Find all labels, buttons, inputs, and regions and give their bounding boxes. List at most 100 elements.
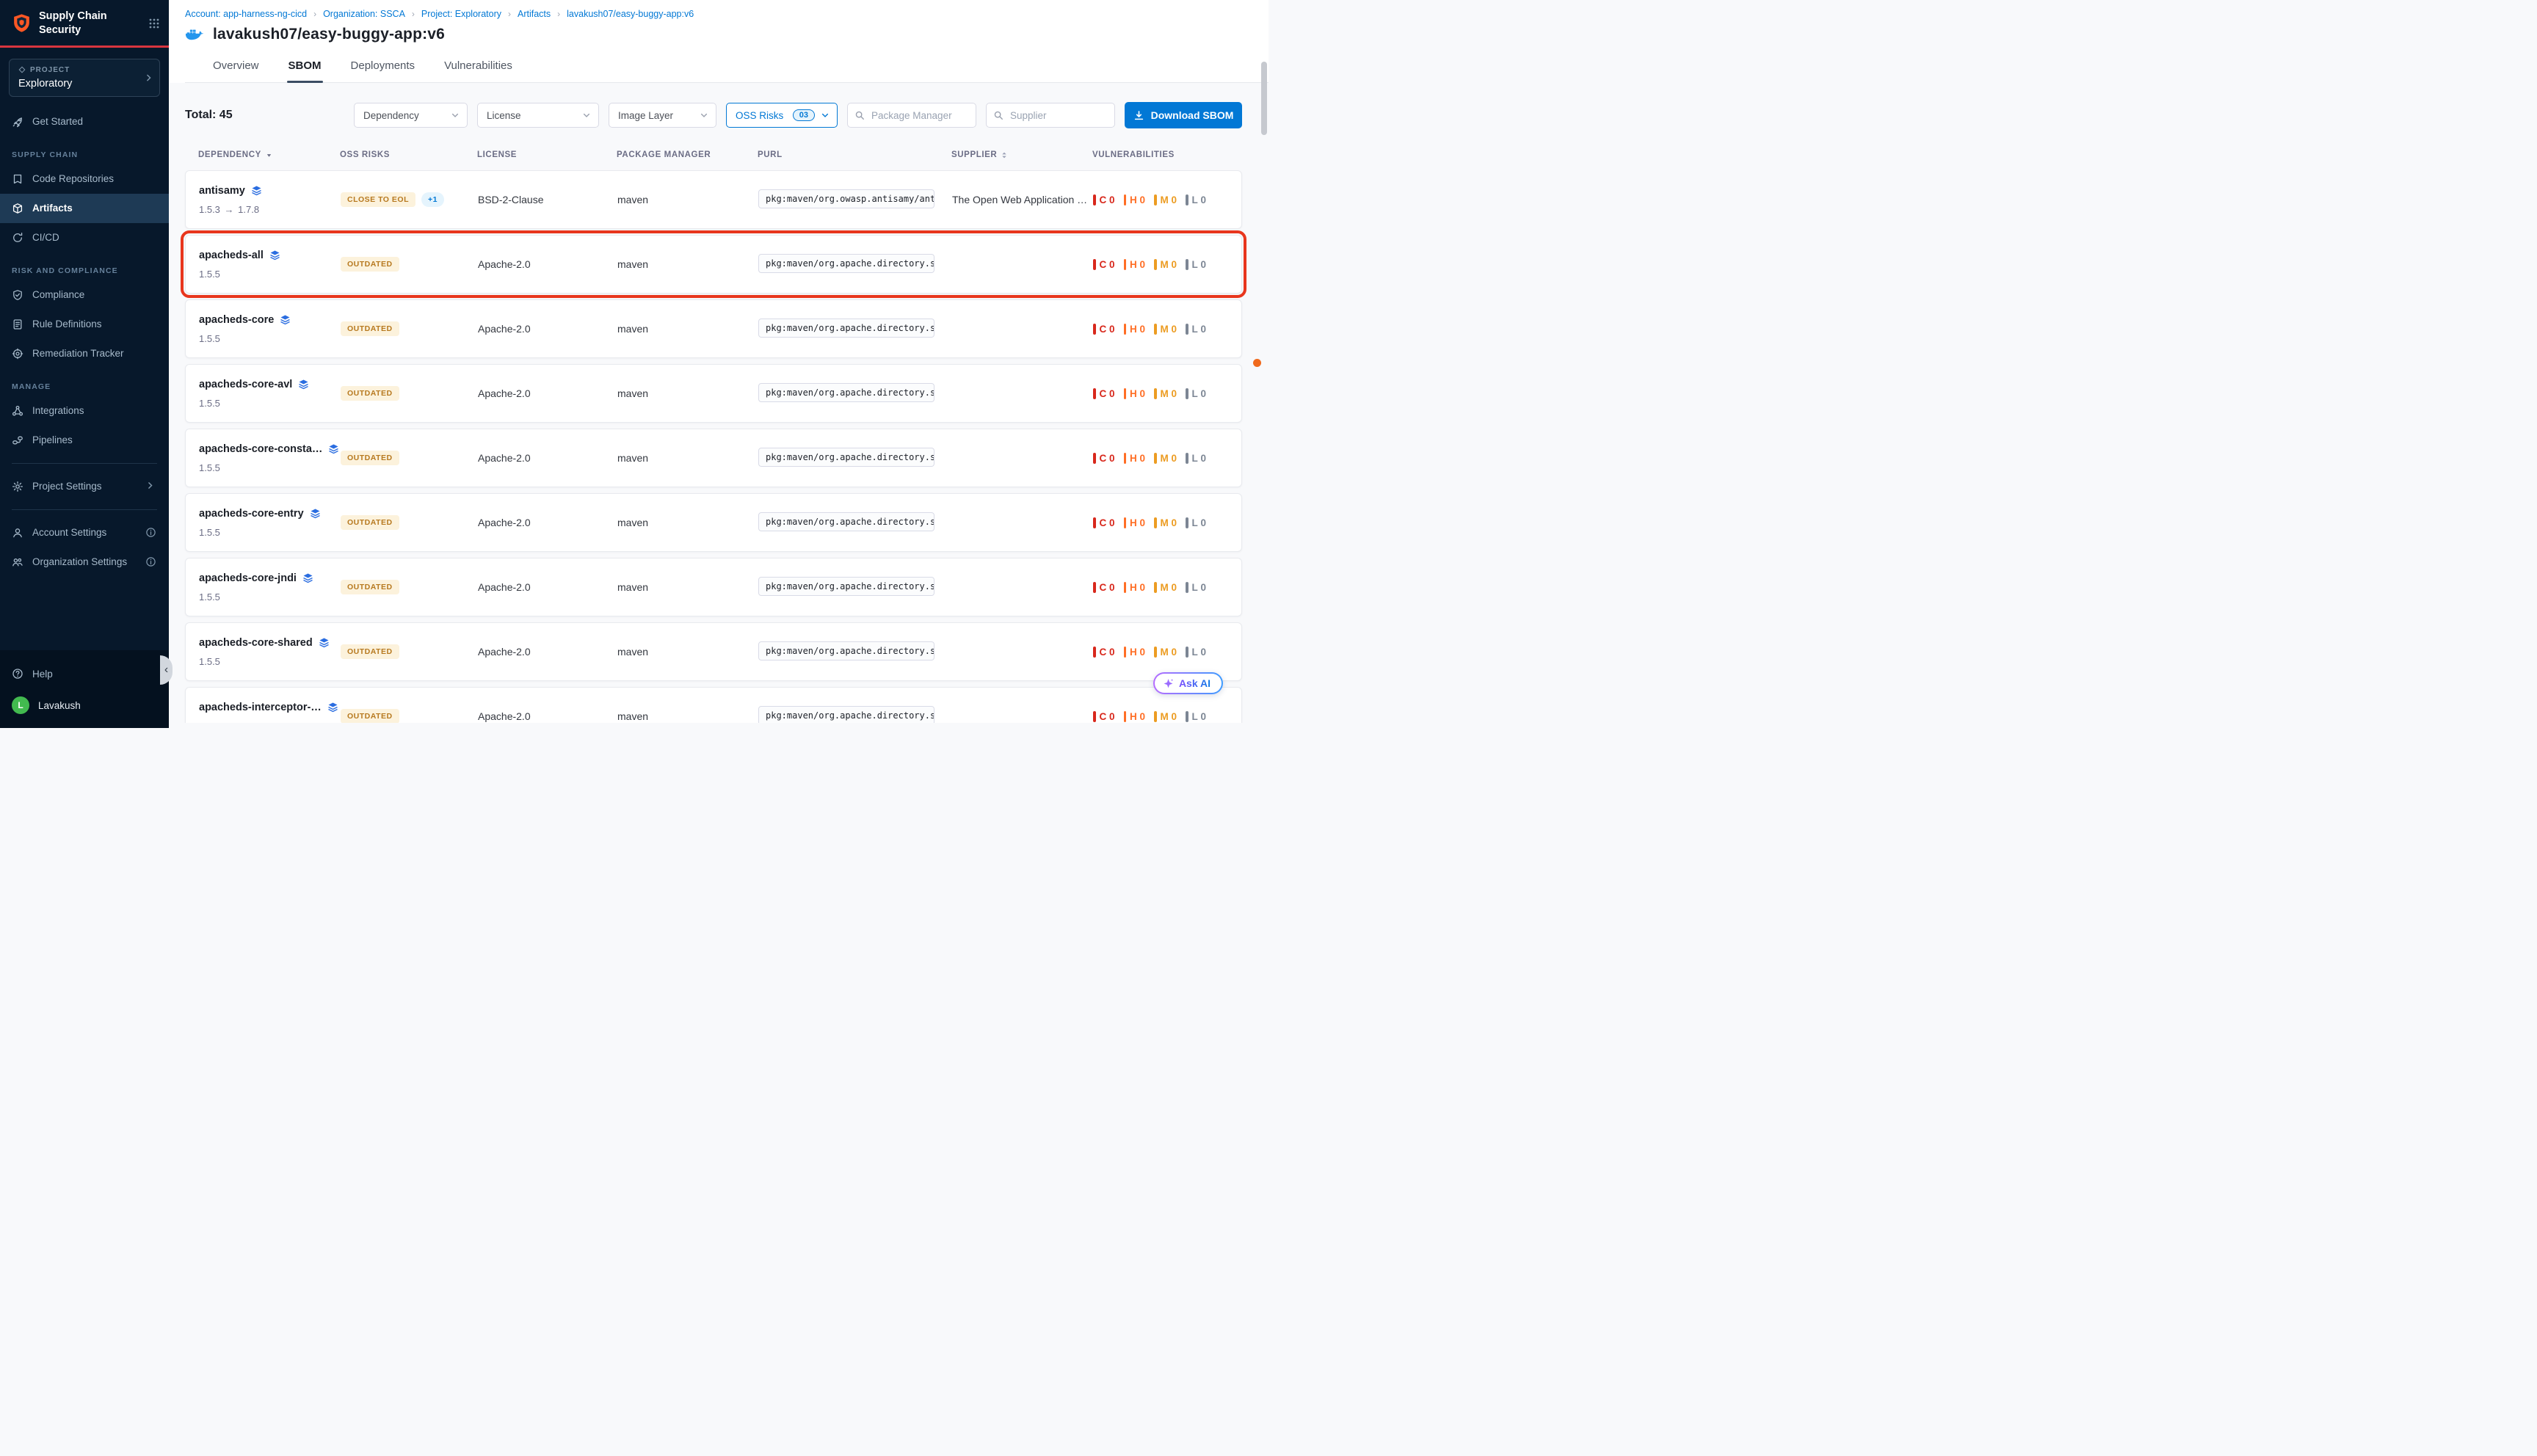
table-row[interactable]: apacheds-core-consta…1.5.5OUTDATEDApache… [185, 429, 1242, 487]
layers-icon [251, 185, 262, 196]
package-manager-search [847, 103, 976, 128]
breadcrumb-link[interactable]: Organization: SSCA [323, 9, 405, 19]
sidebar-section-label: RISK AND COMPLIANCE [0, 252, 169, 280]
column-vulnerabilities: VULNERABILITIES [1092, 150, 1229, 159]
breadcrumb-link[interactable]: Project: Exploratory [421, 9, 501, 19]
layers-icon [269, 250, 280, 261]
risk-badge: OUTDATED [341, 580, 399, 594]
purl-value[interactable]: pkg:maven/org.apache.directory.s… [758, 512, 934, 531]
sidebar-item-code-repositories[interactable]: Code Repositories [0, 164, 169, 194]
dependency-name: apacheds-core-consta… [199, 443, 341, 455]
help-button[interactable]: Help [0, 659, 169, 688]
search-icon [854, 110, 865, 120]
sidebar-item-artifacts[interactable]: Artifacts [0, 194, 169, 223]
help-label: Help [32, 669, 53, 680]
purl-value[interactable]: pkg:maven/org.apache.directory.s… [758, 448, 934, 467]
table-row[interactable]: apacheds-core-avl1.5.5OUTDATEDApache-2.0… [185, 364, 1242, 423]
oss-risks-cell: OUTDATED [341, 321, 478, 336]
severity-l: L 0 [1186, 388, 1206, 399]
supplier-cell: The Open Web Application … [952, 194, 1093, 205]
sidebar-item-account-settings[interactable]: Account Settings [0, 518, 169, 547]
purl-value[interactable]: pkg:maven/org.apache.directory.s… [758, 577, 934, 596]
breadcrumb-link[interactable]: lavakush07/easy-buggy-app:v6 [567, 9, 694, 19]
package-manager-cell: maven [617, 646, 758, 658]
risk-badge: OUTDATED [341, 644, 399, 659]
dependency-name: apacheds-core-shared [199, 637, 341, 649]
oss-risks-cell: OUTDATED [341, 386, 478, 401]
divider [12, 509, 157, 510]
severity-m: M 0 [1154, 194, 1177, 205]
purl-value[interactable]: pkg:maven/org.apache.directory.s… [758, 383, 934, 402]
tab-sbom[interactable]: SBOM [287, 51, 323, 82]
module-switcher-icon[interactable] [148, 18, 160, 29]
dependency-name: apacheds-core-entry [199, 508, 341, 520]
rules-icon [12, 318, 23, 330]
severity-h: H 0 [1124, 453, 1146, 464]
severity-m: M 0 [1154, 324, 1177, 335]
package-manager-input[interactable] [847, 103, 976, 128]
scrollbar-thumb[interactable] [1261, 62, 1267, 135]
ask-ai-button[interactable]: Ask AI [1153, 672, 1223, 694]
column-package-manager: PACKAGE MANAGER [617, 150, 758, 159]
severity-m: M 0 [1154, 388, 1177, 399]
tab-deployments[interactable]: Deployments [349, 51, 417, 82]
severity-h: H 0 [1124, 194, 1146, 205]
column-dependency[interactable]: DEPENDENCY [198, 150, 340, 159]
sort-icon[interactable] [1001, 151, 1007, 159]
oss-risks-filter-dropdown[interactable]: OSS Risks 03 [726, 103, 838, 128]
app-root: Supply Chain Security PROJECT Explorator… [0, 0, 1268, 723]
dependency-version: 1.5.5 [199, 269, 341, 280]
table-row-highlighted[interactable]: apacheds-all1.5.5OUTDATEDApache-2.0maven… [185, 235, 1242, 294]
breadcrumb: Account: app-harness-ng-cicd›Organizatio… [185, 9, 1268, 19]
table-row[interactable]: antisamy1.5.3 → 1.7.8CLOSE TO EOL+1BSD-2… [185, 170, 1242, 229]
supplier-input[interactable] [986, 103, 1115, 128]
sidebar-item-pipelines[interactable]: Pipelines [0, 426, 169, 455]
table-row[interactable]: apacheds-interceptor-…1.5.5OUTDATEDApach… [185, 687, 1242, 723]
sidebar-item-remediation-tracker[interactable]: Remediation Tracker [0, 339, 169, 368]
dependency-name: antisamy [199, 185, 341, 197]
dependency-filter-dropdown[interactable]: Dependency [354, 103, 468, 128]
table-row[interactable]: apacheds-core1.5.5OUTDATEDApache-2.0mave… [185, 299, 1242, 358]
sidebar-item-get-started[interactable]: Get Started [0, 107, 169, 136]
sidebar-item-integrations[interactable]: Integrations [0, 396, 169, 426]
severity-h: H 0 [1124, 647, 1146, 658]
dependency-name: apacheds-core [199, 314, 341, 326]
sidebar-item-label: Rule Definitions [32, 318, 102, 330]
severity-l: L 0 [1186, 517, 1206, 528]
pipelines-icon [12, 434, 23, 446]
project-selector[interactable]: PROJECT Exploratory [9, 59, 160, 97]
risk-badge[interactable]: +1 [421, 192, 444, 207]
vulnerabilities-cell: C 0H 0M 0L 0 [1093, 453, 1228, 464]
sort-desc-icon[interactable] [266, 152, 272, 159]
tab-overview[interactable]: Overview [211, 51, 261, 82]
table-row[interactable]: apacheds-core-shared1.5.5OUTDATEDApache-… [185, 622, 1242, 681]
sidebar-item-compliance[interactable]: Compliance [0, 280, 169, 310]
breadcrumb-link[interactable]: Artifacts [518, 9, 551, 19]
sidebar-item-organization-settings[interactable]: Organization Settings [0, 547, 169, 577]
purl-value[interactable]: pkg:maven/org.apache.directory.s… [758, 254, 934, 273]
filter-count-badge: 03 [793, 109, 815, 121]
table-row[interactable]: apacheds-core-jndi1.5.5OUTDATEDApache-2.… [185, 558, 1242, 616]
purl-value[interactable]: pkg:maven/org.apache.directory.s… [758, 641, 934, 660]
severity-l: L 0 [1186, 582, 1206, 593]
image-layer-filter-dropdown[interactable]: Image Layer [609, 103, 716, 128]
license-cell: Apache-2.0 [478, 323, 617, 335]
purl-value[interactable]: pkg:maven/org.apache.directory.s… [758, 706, 934, 724]
tab-vulnerabilities[interactable]: Vulnerabilities [443, 51, 514, 82]
dependency-version: 1.5.5 [199, 398, 341, 409]
user-menu[interactable]: L Lavakush [0, 688, 169, 722]
purl-value[interactable]: pkg:maven/org.owasp.antisamy/ant… [758, 189, 934, 208]
sidebar-item-rule-definitions[interactable]: Rule Definitions [0, 310, 169, 339]
breadcrumb-link[interactable]: Account: app-harness-ng-cicd [185, 9, 307, 19]
purl-value[interactable]: pkg:maven/org.apache.directory.s… [758, 318, 934, 338]
sidebar-item-ci-cd[interactable]: CI/CD [0, 223, 169, 252]
sidebar-item-project-settings[interactable]: Project Settings [0, 472, 169, 501]
license-filter-dropdown[interactable]: License [477, 103, 599, 128]
page-title: lavakush07/easy-buggy-app:v6 [213, 26, 445, 43]
column-supplier[interactable]: SUPPLIER [951, 150, 1092, 159]
avatar: L [12, 696, 29, 714]
download-sbom-button[interactable]: Download SBOM [1125, 102, 1242, 128]
dependency-version: 1.5.5 [199, 721, 341, 724]
table-row[interactable]: apacheds-core-entry1.5.5OUTDATEDApache-2… [185, 493, 1242, 552]
sidebar-item-label: Get Started [32, 116, 83, 127]
